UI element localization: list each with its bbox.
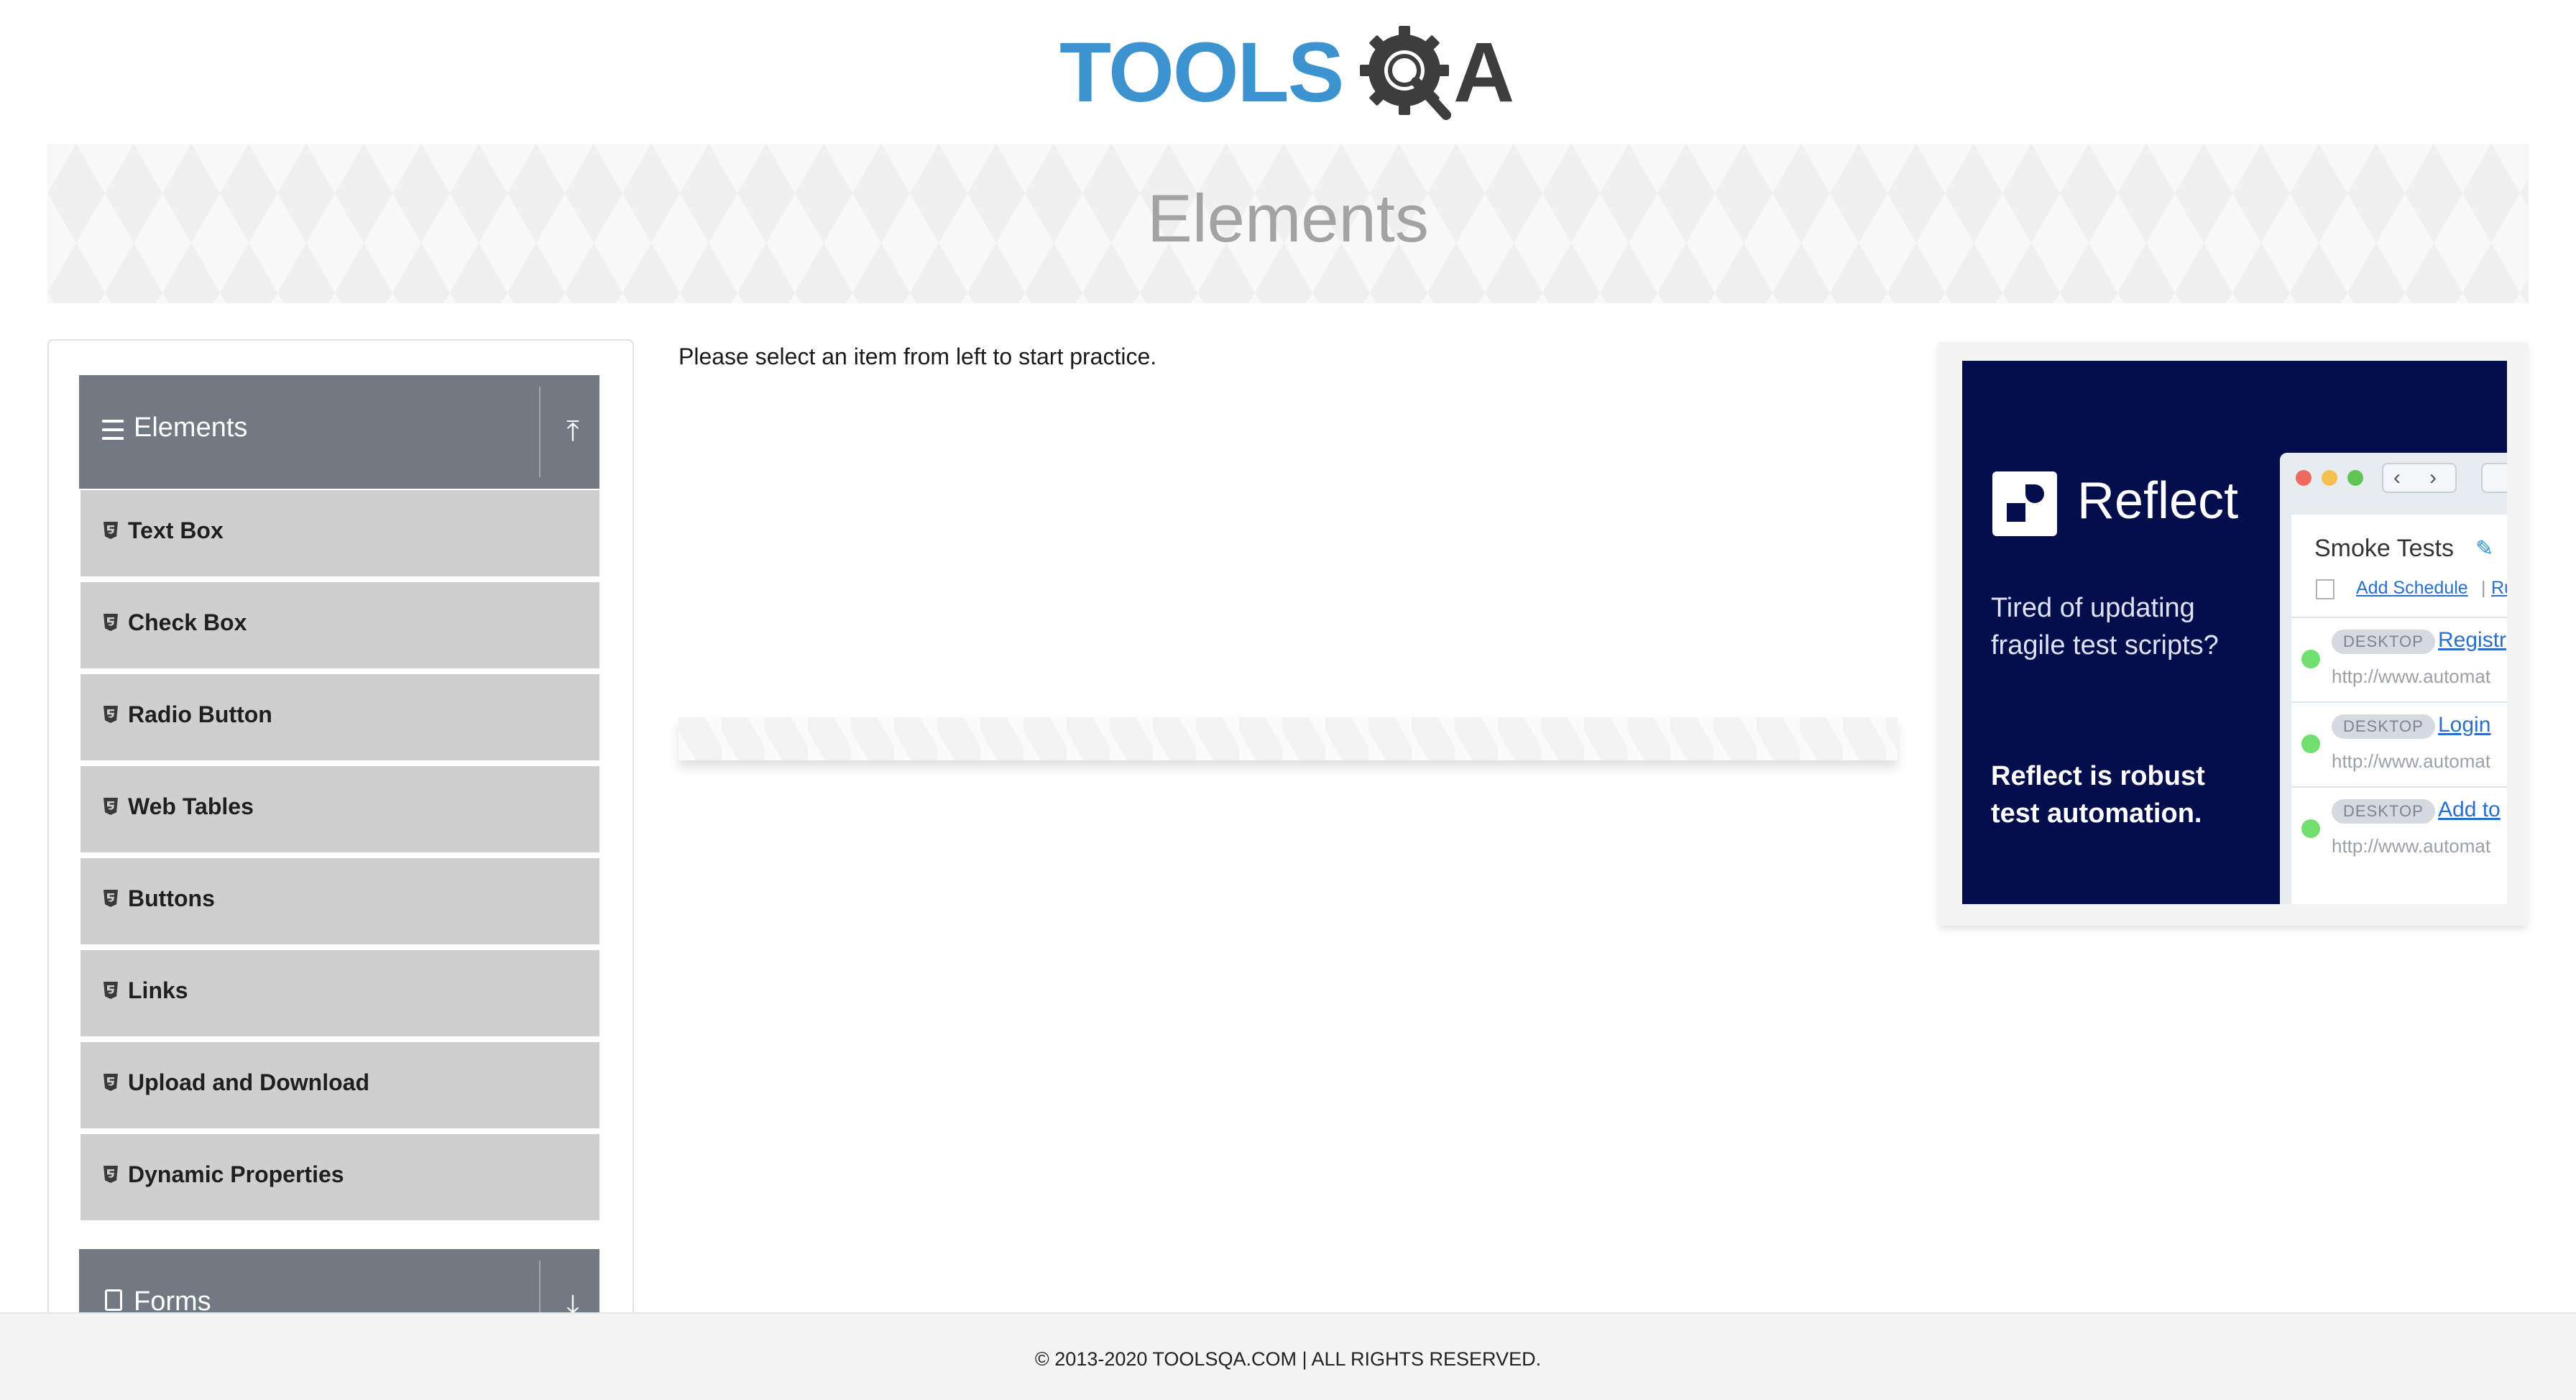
logo-text-a: A xyxy=(1453,25,1515,120)
test-url: http://www.automat xyxy=(2332,835,2491,857)
page-banner: Elements xyxy=(47,144,2529,303)
status-dot-icon xyxy=(2301,650,2320,668)
test-link: Add to xyxy=(2438,798,2501,821)
suite-title: Smoke Tests xyxy=(2314,535,2455,562)
sidebar-item-label: Text Box xyxy=(128,517,224,543)
document-icon xyxy=(105,1289,122,1311)
copyright-text: © 2013-2020 TOOLSQA.COM | ALL RIGHTS RES… xyxy=(1034,1348,1542,1370)
sidebar-item-label: Links xyxy=(128,977,188,1003)
minimize-dot-icon xyxy=(2322,470,2337,486)
test-url: http://www.automat xyxy=(2332,750,2491,772)
reflect-ad[interactable]: Reflect Tired of updating fragile test s… xyxy=(1962,361,2507,904)
sidebar-item-web-tables[interactable]: Web Tables xyxy=(80,766,599,855)
browser-mockup: ‹ › Smoke Tests ✎ Add Schedule | Ru DESK… xyxy=(2280,453,2507,904)
pattern-strip xyxy=(678,717,1898,760)
add-schedule-link: Add Schedule xyxy=(2356,578,2468,598)
html5-shield-icon xyxy=(104,890,118,907)
test-url: http://www.automat xyxy=(2332,666,2491,687)
maximize-dot-icon xyxy=(2347,470,2363,486)
close-dot-icon xyxy=(2296,470,2312,486)
calendar-icon xyxy=(2316,579,2334,599)
status-dot-icon xyxy=(2301,734,2320,753)
ad-brand: Reflect xyxy=(2077,472,2239,530)
group-title-elements: Elements xyxy=(134,413,248,443)
test-row: DESKTOP Add to http://www.automat xyxy=(2291,786,2507,871)
browser-nav-buttons: ‹ › xyxy=(2382,463,2457,493)
html5-shield-icon xyxy=(104,1166,118,1183)
pencil-icon: ✎ xyxy=(2475,537,2494,561)
sidebar-item-check-box[interactable]: Check Box xyxy=(80,582,599,671)
sidebar-toggle-icon xyxy=(2481,463,2507,493)
sidebar-item-radio-button[interactable]: Radio Button xyxy=(80,674,599,763)
ad-tagline: Tired of updating fragile test scripts? xyxy=(1991,593,2219,660)
ad-tagline-bold: Reflect is robust test automation. xyxy=(1991,761,2205,829)
hamburger-icon xyxy=(102,420,124,446)
html5-shield-icon xyxy=(104,706,118,723)
gear-magnifier-icon xyxy=(1360,26,1451,120)
sidebar-accordion: Elements ⤒ Text Box Check Box Radio Butt… xyxy=(47,339,634,1400)
sidebar-item-label: Buttons xyxy=(128,885,215,911)
sidebar-item-text-box[interactable]: Text Box xyxy=(80,490,599,579)
chevron-left-icon: ‹ xyxy=(2393,466,2401,489)
status-dot-icon xyxy=(2301,819,2320,838)
toolsqa-logo[interactable]: TOOLS A xyxy=(1059,22,1524,129)
reflect-logo-icon xyxy=(1992,471,2057,536)
page-title: Elements xyxy=(1147,180,1429,256)
sidebar-item-upload-and-download[interactable]: Upload and Download xyxy=(80,1042,599,1131)
logo-text-tools: TOOLS xyxy=(1059,25,1344,120)
test-suite-pane: Smoke Tests ✎ Add Schedule | Ru DESKTOP … xyxy=(2291,515,2507,904)
sidebar-item-label: Radio Button xyxy=(128,701,272,727)
sidebar-item-buttons[interactable]: Buttons xyxy=(80,858,599,947)
arrow-up-collapse-icon[interactable]: ⤒ xyxy=(561,417,585,446)
html5-shield-icon xyxy=(104,798,118,815)
platform-badge: DESKTOP xyxy=(2332,714,2435,739)
group-header-elements[interactable]: Elements ⤒ xyxy=(79,375,599,489)
html5-shield-icon xyxy=(104,614,118,631)
html5-shield-icon xyxy=(104,522,118,539)
platform-badge: DESKTOP xyxy=(2332,630,2435,654)
platform-badge: DESKTOP xyxy=(2332,799,2435,824)
link-separator: | xyxy=(2481,578,2486,598)
sidebar-item-dynamic-properties[interactable]: Dynamic Properties xyxy=(80,1134,599,1223)
test-link: Login xyxy=(2438,713,2491,737)
run-link: Ru xyxy=(2491,578,2507,598)
sidebar-item-label: Web Tables xyxy=(128,793,254,819)
header-divider xyxy=(539,387,540,477)
html5-shield-icon xyxy=(104,1074,118,1091)
sidebar-item-label: Dynamic Properties xyxy=(128,1161,344,1187)
html5-shield-icon xyxy=(104,982,118,999)
sidebar-item-label: Check Box xyxy=(128,609,247,635)
test-row: DESKTOP Registr http://www.automat xyxy=(2291,617,2507,701)
practice-prompt: Please select an item from left to start… xyxy=(678,344,1157,369)
page-footer: © 2013-2020 TOOLSQA.COM | ALL RIGHTS RES… xyxy=(0,1312,2576,1400)
test-link: Registr xyxy=(2438,628,2507,652)
test-row: DESKTOP Login http://www.automat xyxy=(2291,701,2507,786)
chevron-right-icon: › xyxy=(2429,466,2437,489)
sidebar-item-links[interactable]: Links xyxy=(80,950,599,1039)
sidebar-item-label: Upload and Download xyxy=(128,1069,369,1095)
